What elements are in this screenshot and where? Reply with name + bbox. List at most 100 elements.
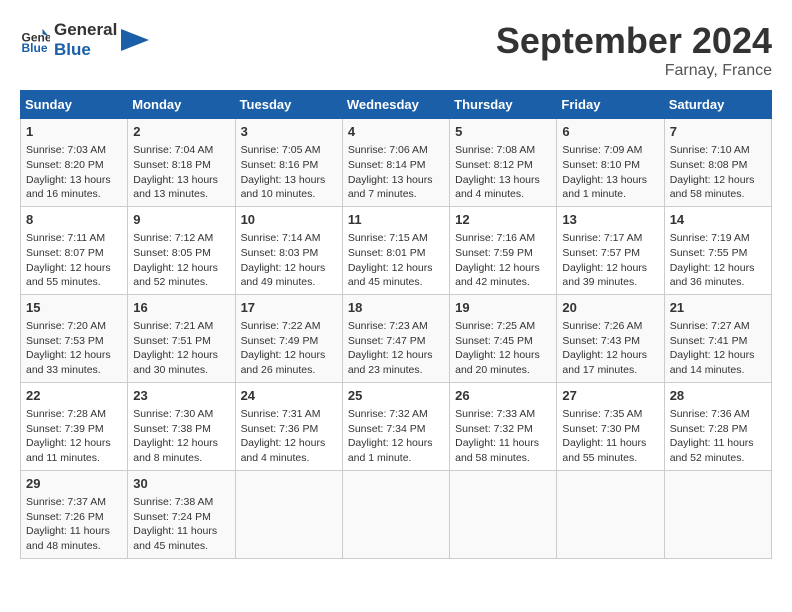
calendar-cell: 26 Sunrise: 7:33 AM Sunset: 7:32 PM Dayli… — [450, 382, 557, 470]
day-number: 20 — [562, 299, 658, 317]
day-info: Sunrise: 7:21 AM Sunset: 7:51 PM Dayligh… — [133, 319, 229, 378]
day-number: 22 — [26, 387, 122, 405]
day-number: 9 — [133, 211, 229, 229]
calendar-cell — [342, 470, 449, 558]
calendar-cell: 6 Sunrise: 7:09 AM Sunset: 8:10 PM Daylig… — [557, 119, 664, 207]
day-info: Sunrise: 7:36 AM Sunset: 7:28 PM Dayligh… — [670, 407, 766, 466]
day-info: Sunrise: 7:09 AM Sunset: 8:10 PM Dayligh… — [562, 143, 658, 202]
month-title: September 2024 — [496, 20, 772, 62]
calendar-week-5: 29 Sunrise: 7:37 AM Sunset: 7:26 PM Dayli… — [21, 470, 772, 558]
day-number: 26 — [455, 387, 551, 405]
day-info: Sunrise: 7:19 AM Sunset: 7:55 PM Dayligh… — [670, 231, 766, 290]
day-info: Sunrise: 7:03 AM Sunset: 8:20 PM Dayligh… — [26, 143, 122, 202]
day-number: 18 — [348, 299, 444, 317]
header-thursday: Thursday — [450, 91, 557, 119]
logo: General Blue General Blue — [20, 20, 149, 60]
calendar-cell: 25 Sunrise: 7:32 AM Sunset: 7:34 PM Dayli… — [342, 382, 449, 470]
calendar-cell: 4 Sunrise: 7:06 AM Sunset: 8:14 PM Daylig… — [342, 119, 449, 207]
header-friday: Friday — [557, 91, 664, 119]
day-number: 27 — [562, 387, 658, 405]
calendar-cell: 2 Sunrise: 7:04 AM Sunset: 8:18 PM Daylig… — [128, 119, 235, 207]
calendar-cell: 18Sunrise: 7:23 AM Sunset: 7:47 PM Dayli… — [342, 294, 449, 382]
day-number: 23 — [133, 387, 229, 405]
day-info: Sunrise: 7:32 AM Sunset: 7:34 PM Dayligh… — [348, 407, 444, 466]
header-sunday: Sunday — [21, 91, 128, 119]
calendar-cell: 23 Sunrise: 7:30 AM Sunset: 7:38 PM Dayli… — [128, 382, 235, 470]
day-number: 11 — [348, 211, 444, 229]
day-info: Sunrise: 7:33 AM Sunset: 7:32 PM Dayligh… — [455, 407, 551, 466]
logo-blue: Blue — [54, 40, 117, 60]
day-number: 28 — [670, 387, 766, 405]
day-info: Sunrise: 7:17 AM Sunset: 7:57 PM Dayligh… — [562, 231, 658, 290]
calendar-cell: 28 Sunrise: 7:36 AM Sunset: 7:28 PM Dayli… — [664, 382, 771, 470]
calendar-cell: 17 Sunrise: 7:22 AM Sunset: 7:49 PM Dayli… — [235, 294, 342, 382]
day-info: Sunrise: 7:10 AM Sunset: 8:08 PM Dayligh… — [670, 143, 766, 202]
calendar-cell — [557, 470, 664, 558]
day-info: Sunrise: 7:22 AM Sunset: 7:49 PM Dayligh… — [241, 319, 337, 378]
header-tuesday: Tuesday — [235, 91, 342, 119]
calendar-cell: 22Sunrise: 7:28 AM Sunset: 7:39 PM Dayli… — [21, 382, 128, 470]
day-number: 8 — [26, 211, 122, 229]
calendar-cell: 19 Sunrise: 7:25 AM Sunset: 7:45 PM Dayli… — [450, 294, 557, 382]
calendar-cell: 21 Sunrise: 7:27 AM Sunset: 7:41 PM Dayli… — [664, 294, 771, 382]
calendar-week-4: 22Sunrise: 7:28 AM Sunset: 7:39 PM Dayli… — [21, 382, 772, 470]
day-info: Sunrise: 7:04 AM Sunset: 8:18 PM Dayligh… — [133, 143, 229, 202]
header-wednesday: Wednesday — [342, 91, 449, 119]
calendar-cell: 10 Sunrise: 7:14 AM Sunset: 8:03 PM Dayli… — [235, 206, 342, 294]
calendar-cell: 14 Sunrise: 7:19 AM Sunset: 7:55 PM Dayli… — [664, 206, 771, 294]
day-info: Sunrise: 7:06 AM Sunset: 8:14 PM Dayligh… — [348, 143, 444, 202]
calendar-header-row: SundayMondayTuesdayWednesdayThursdayFrid… — [21, 91, 772, 119]
calendar-cell: 29 Sunrise: 7:37 AM Sunset: 7:26 PM Dayli… — [21, 470, 128, 558]
logo-general: General — [54, 20, 117, 40]
day-number: 1 — [26, 123, 122, 141]
day-number: 12 — [455, 211, 551, 229]
calendar-cell — [450, 470, 557, 558]
day-number: 13 — [562, 211, 658, 229]
calendar-cell: 1 Sunrise: 7:03 AM Sunset: 8:20 PM Daylig… — [21, 119, 128, 207]
day-info: Sunrise: 7:30 AM Sunset: 7:38 PM Dayligh… — [133, 407, 229, 466]
calendar-cell: 5Sunrise: 7:08 AM Sunset: 8:12 PM Daylig… — [450, 119, 557, 207]
calendar-week-2: 8 Sunrise: 7:11 AM Sunset: 8:07 PM Daylig… — [21, 206, 772, 294]
calendar-cell: 12 Sunrise: 7:16 AM Sunset: 7:59 PM Dayli… — [450, 206, 557, 294]
day-info: Sunrise: 7:20 AM Sunset: 7:53 PM Dayligh… — [26, 319, 122, 378]
calendar-cell: 15Sunrise: 7:20 AM Sunset: 7:53 PM Dayli… — [21, 294, 128, 382]
calendar-cell: 30 Sunrise: 7:38 AM Sunset: 7:24 PM Dayli… — [128, 470, 235, 558]
day-number: 25 — [348, 387, 444, 405]
day-number: 3 — [241, 123, 337, 141]
calendar-cell: 27Sunrise: 7:35 AM Sunset: 7:30 PM Dayli… — [557, 382, 664, 470]
calendar-table: SundayMondayTuesdayWednesdayThursdayFrid… — [20, 90, 772, 559]
day-info: Sunrise: 7:25 AM Sunset: 7:45 PM Dayligh… — [455, 319, 551, 378]
day-info: Sunrise: 7:27 AM Sunset: 7:41 PM Dayligh… — [670, 319, 766, 378]
day-number: 29 — [26, 475, 122, 493]
day-info: Sunrise: 7:37 AM Sunset: 7:26 PM Dayligh… — [26, 495, 122, 554]
day-number: 4 — [348, 123, 444, 141]
day-info: Sunrise: 7:05 AM Sunset: 8:16 PM Dayligh… — [241, 143, 337, 202]
day-number: 30 — [133, 475, 229, 493]
calendar-cell: 7 Sunrise: 7:10 AM Sunset: 8:08 PM Daylig… — [664, 119, 771, 207]
calendar-cell: 16Sunrise: 7:21 AM Sunset: 7:51 PM Dayli… — [128, 294, 235, 382]
calendar-cell: 11 Sunrise: 7:15 AM Sunset: 8:01 PM Dayli… — [342, 206, 449, 294]
day-info: Sunrise: 7:38 AM Sunset: 7:24 PM Dayligh… — [133, 495, 229, 554]
calendar-cell: 20 Sunrise: 7:26 AM Sunset: 7:43 PM Dayli… — [557, 294, 664, 382]
calendar-week-3: 15Sunrise: 7:20 AM Sunset: 7:53 PM Dayli… — [21, 294, 772, 382]
day-info: Sunrise: 7:26 AM Sunset: 7:43 PM Dayligh… — [562, 319, 658, 378]
day-info: Sunrise: 7:11 AM Sunset: 8:07 PM Dayligh… — [26, 231, 122, 290]
day-number: 7 — [670, 123, 766, 141]
calendar-cell — [664, 470, 771, 558]
logo-arrow-icon — [121, 29, 149, 51]
day-info: Sunrise: 7:15 AM Sunset: 8:01 PM Dayligh… — [348, 231, 444, 290]
day-number: 6 — [562, 123, 658, 141]
day-number: 21 — [670, 299, 766, 317]
calendar-week-1: 1 Sunrise: 7:03 AM Sunset: 8:20 PM Daylig… — [21, 119, 772, 207]
calendar-cell: 13 Sunrise: 7:17 AM Sunset: 7:57 PM Dayli… — [557, 206, 664, 294]
day-number: 5 — [455, 123, 551, 141]
day-number: 10 — [241, 211, 337, 229]
calendar-cell: 9Sunrise: 7:12 AM Sunset: 8:05 PM Daylig… — [128, 206, 235, 294]
day-number: 14 — [670, 211, 766, 229]
day-number: 2 — [133, 123, 229, 141]
page-header: General Blue General Blue September 2024… — [20, 20, 772, 80]
day-info: Sunrise: 7:14 AM Sunset: 8:03 PM Dayligh… — [241, 231, 337, 290]
day-number: 17 — [241, 299, 337, 317]
day-number: 19 — [455, 299, 551, 317]
day-info: Sunrise: 7:16 AM Sunset: 7:59 PM Dayligh… — [455, 231, 551, 290]
